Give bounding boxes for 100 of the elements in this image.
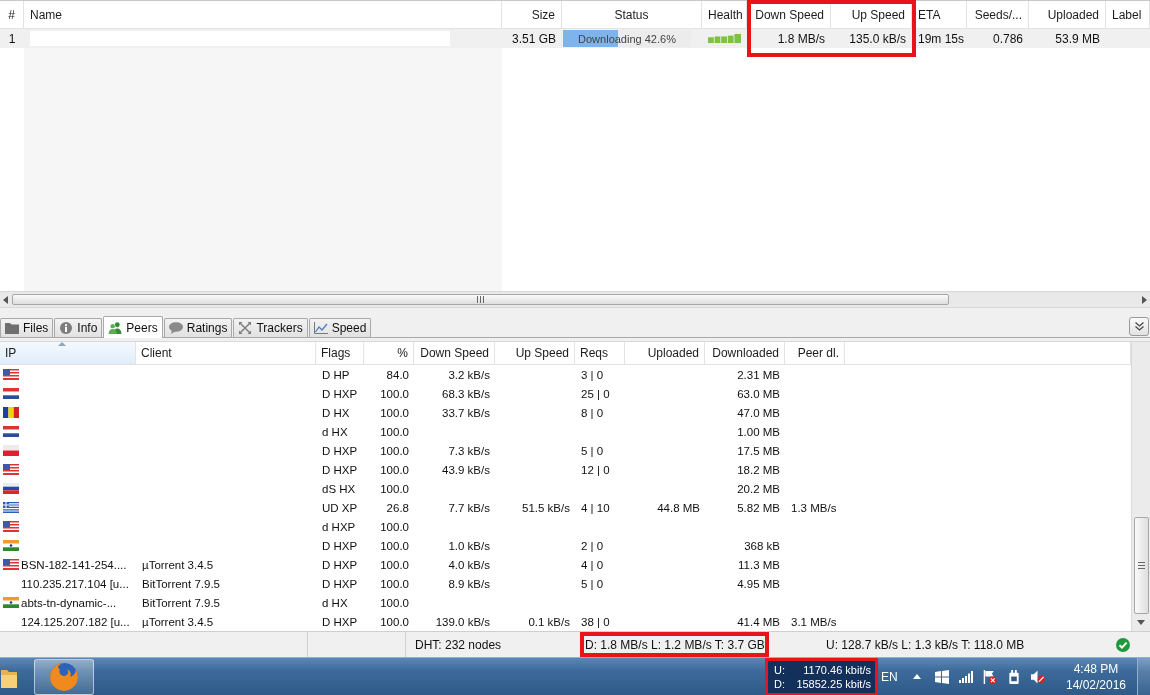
column-header[interactable]: Size <box>502 1 562 28</box>
table-cell: 11.3 MB <box>738 558 780 571</box>
table-cell: 100.0 <box>380 520 409 533</box>
horizontal-scrollbar[interactable] <box>0 291 1150 309</box>
column-header[interactable]: Up Speed <box>495 342 575 365</box>
table-cell: dS HX <box>322 482 356 495</box>
up-arrow-icon[interactable] <box>913 674 921 679</box>
table-cell: 5.82 MB <box>737 501 780 514</box>
table-cell: BitTorrent 7.9.5 <box>142 577 220 590</box>
scrollbar-thumb[interactable] <box>1133 517 1149 615</box>
table-cell: 100.0 <box>380 482 409 495</box>
column-header[interactable]: Uploaded <box>1029 1 1106 28</box>
grip-icon <box>1137 562 1145 570</box>
people-icon <box>108 321 123 334</box>
vertical-scrollbar[interactable] <box>1131 342 1150 632</box>
table-cell: 100.0 <box>380 596 409 609</box>
tab[interactable]: Peers <box>103 316 163 339</box>
column-header[interactable]: % <box>364 342 414 365</box>
table-cell: 2 | 0 <box>581 539 604 552</box>
column-header[interactable]: Label <box>1106 1 1150 28</box>
table-cell: 17.5 MB <box>737 444 780 457</box>
scrollbar-thumb[interactable] <box>12 294 949 306</box>
table-cell: 51.5 kB/s <box>522 501 570 514</box>
column-header[interactable]: # <box>0 1 24 28</box>
column-header[interactable]: Name <box>24 1 502 28</box>
table-cell: d HXP <box>322 520 356 533</box>
table-cell: 0.1 kB/s <box>528 615 570 628</box>
tab[interactable]: Ratings <box>163 318 233 338</box>
table-cell: 18.2 MB <box>737 463 780 476</box>
table-cell: 38 | 0 <box>581 615 610 628</box>
folder-icon <box>5 322 19 335</box>
table-cell: 1 <box>8 31 16 46</box>
power-plug-icon[interactable] <box>1007 669 1021 684</box>
table-cell: 100.0 <box>380 425 409 438</box>
table-cell: 4.95 MB <box>737 577 780 590</box>
column-header[interactable]: Uploaded <box>625 342 705 365</box>
table-cell: UD XP <box>322 501 358 514</box>
line-chart-icon <box>313 322 328 335</box>
table-cell: 139.0 kB/s <box>435 615 490 628</box>
column-header[interactable]: IP <box>0 342 136 365</box>
table-cell: 100.0 <box>380 615 409 628</box>
collapse-button[interactable] <box>1129 317 1149 337</box>
table-cell: d HX <box>322 425 348 438</box>
column-header[interactable]: ETA <box>912 1 967 28</box>
table-cell: 1.8 MB/s <box>777 31 825 46</box>
status-text: DHT: 232 nodes <box>414 636 503 654</box>
info-icon <box>59 322 74 335</box>
taskbar-button[interactable] <box>34 658 94 695</box>
status-text: U: 128.7 kB/s L: 1.3 kB/s T: 118.0 MB <box>825 636 1026 654</box>
table-cell: 44.8 MB <box>657 501 700 514</box>
tab[interactable]: Speed <box>308 318 372 338</box>
windows-logo-icon[interactable] <box>935 669 949 684</box>
table-cell: 100.0 <box>380 558 409 571</box>
table-cell: 100.0 <box>380 539 409 552</box>
table-cell: 26.8 <box>386 501 409 514</box>
tab[interactable]: Info <box>54 318 103 338</box>
table-cell: 4.0 kB/s <box>448 558 490 571</box>
scroll-down-arrow-icon[interactable] <box>1137 620 1145 626</box>
column-header[interactable]: Downloaded <box>705 342 785 365</box>
table-cell: 5 | 0 <box>581 444 604 457</box>
column-header[interactable]: Health <box>702 1 747 28</box>
column-header[interactable]: Down Speed <box>414 342 495 365</box>
table-cell: 7.3 kB/s <box>448 444 490 457</box>
column-header[interactable]: Up Speed <box>831 1 912 28</box>
table-cell: µTorrent 3.4.5 <box>142 558 214 571</box>
signal-bars-icon[interactable] <box>959 669 973 684</box>
clock-date[interactable]: 14/02/2016 <box>1065 676 1127 693</box>
status-text: D: 1.8 MB/s L: 1.2 MB/s T: 3.7 GB <box>580 632 769 657</box>
tab[interactable]: Trackers <box>233 318 308 338</box>
column-header[interactable]: Reqs <box>575 342 625 365</box>
table-cell: 2.31 MB <box>737 368 780 381</box>
table-cell: D HXP <box>322 558 358 571</box>
speech-bubble-icon <box>168 322 183 335</box>
column-header[interactable]: Flags <box>316 342 364 365</box>
flag-error-icon[interactable] <box>983 669 997 684</box>
clock-time[interactable]: 4:48 PM <box>1073 660 1119 677</box>
column-header[interactable]: Status <box>562 1 702 28</box>
table-cell: 100.0 <box>380 387 409 400</box>
table-cell: 100.0 <box>380 444 409 457</box>
column-header[interactable]: Client <box>136 342 316 365</box>
table-cell: 19m 15s <box>918 31 965 46</box>
table-cell: 84.0 <box>386 368 409 381</box>
table-cell: 0.786 <box>992 31 1023 46</box>
table-cell: D HXP <box>322 539 358 552</box>
tab[interactable]: Files <box>0 318 54 338</box>
table-cell: 3.1 MB/s <box>791 615 837 628</box>
column-header[interactable]: Peer dl. <box>785 342 845 365</box>
table-cell: 124.125.207.182 [u... <box>21 615 130 628</box>
column-header[interactable]: Down Speed <box>747 1 831 28</box>
muted-speaker-icon[interactable] <box>1031 669 1045 684</box>
scroll-left-arrow-icon[interactable] <box>3 295 8 304</box>
table-cell: D HX <box>322 406 350 419</box>
show-desktop-button[interactable] <box>1137 657 1150 695</box>
scroll-right-arrow-icon[interactable] <box>1142 295 1147 304</box>
table-cell: 12 | 0 <box>581 463 610 476</box>
table-cell: 7.7 kB/s <box>448 501 490 514</box>
table-cell: 1.0 kB/s <box>448 539 490 552</box>
table-cell: 43.9 kB/s <box>442 463 490 476</box>
language-indicator[interactable]: EN <box>881 669 907 684</box>
column-header[interactable]: Seeds/... <box>967 1 1029 28</box>
